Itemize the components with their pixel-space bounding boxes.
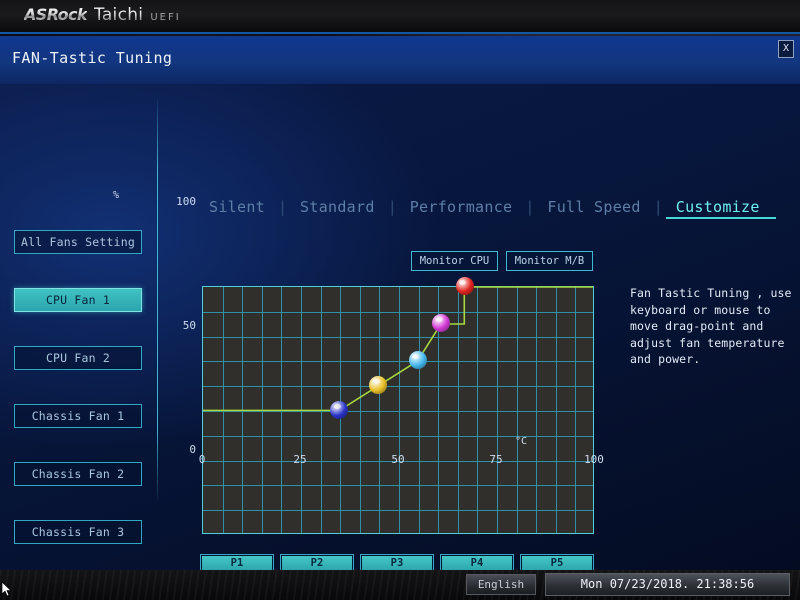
x-axis-tick-label: 50 bbox=[391, 453, 405, 466]
fan-curve-line bbox=[203, 286, 593, 412]
page-title: FAN-Tastic Tuning bbox=[12, 49, 173, 67]
sidebar-item-chassis-fan-3[interactable]: Chassis Fan 3 bbox=[14, 520, 142, 544]
tab-separator: | bbox=[278, 198, 288, 216]
datetime-display[interactable]: Mon 07/23/2018. 21:38:56 bbox=[545, 573, 790, 596]
uefi-screen: ASRock Taichi UEFI FAN-Tastic Tuning X A… bbox=[0, 0, 800, 600]
drag-point-p3[interactable] bbox=[408, 351, 427, 370]
sidebar-item-chassis-fan-1[interactable]: Chassis Fan 1 bbox=[14, 404, 142, 428]
x-axis-tick-label: 25 bbox=[293, 453, 307, 466]
tab-customize[interactable]: Customize bbox=[663, 197, 773, 217]
monitor-button-mb[interactable]: Monitor M/B bbox=[506, 251, 593, 271]
help-text: Fan Tastic Tuning , use keyboard or mous… bbox=[630, 286, 792, 366]
tab-separator: | bbox=[387, 198, 397, 216]
tab-standard[interactable]: Standard bbox=[287, 197, 388, 217]
x-axis-tick-label: 100 bbox=[584, 453, 604, 466]
y-axis-tick-label: 100 bbox=[176, 195, 196, 208]
language-button[interactable]: English bbox=[466, 574, 536, 595]
sidebar-divider bbox=[157, 98, 158, 500]
tab-silent[interactable]: Silent bbox=[196, 197, 278, 217]
fan-selector-sidebar: All Fans Setting CPU Fan 1 CPU Fan 2 Chassi… bbox=[14, 230, 142, 578]
fan-curve-chart[interactable] bbox=[202, 286, 594, 534]
tab-separator: | bbox=[653, 198, 663, 216]
chart-plot-area[interactable] bbox=[202, 286, 594, 534]
title-bar: FAN-Tastic Tuning X bbox=[0, 36, 800, 84]
brand-series: Taichi bbox=[93, 5, 144, 25]
close-icon[interactable]: X bbox=[778, 40, 794, 58]
brand-bar: ASRock Taichi UEFI bbox=[0, 0, 800, 34]
brand-logo: ASRock Taichi UEFI bbox=[24, 5, 181, 25]
sidebar-item-cpu-fan-1[interactable]: CPU Fan 1 bbox=[14, 288, 142, 312]
brand-vendor: ASRock bbox=[24, 5, 88, 24]
active-tab-underline bbox=[666, 217, 776, 219]
y-axis-tick-label: 50 bbox=[182, 319, 196, 332]
tab-full-speed[interactable]: Full Speed bbox=[534, 197, 653, 217]
tab-performance[interactable]: Performance bbox=[397, 197, 526, 217]
point-box-title: P4 bbox=[442, 556, 512, 571]
x-axis-unit-label: °C bbox=[515, 436, 528, 447]
mouse-cursor bbox=[2, 582, 12, 597]
monitor-buttons: Monitor CPU Monitor M/B bbox=[411, 251, 593, 271]
drag-point-p5[interactable] bbox=[455, 277, 474, 295]
x-axis-tick-label: 0 bbox=[198, 453, 206, 466]
brand-firmware: UEFI bbox=[150, 12, 181, 23]
main-panel: All Fans Setting CPU Fan 1 CPU Fan 2 Chassi… bbox=[0, 84, 800, 600]
x-axis-tick-label: 75 bbox=[489, 453, 503, 466]
sidebar-item-cpu-fan-2[interactable]: CPU Fan 2 bbox=[14, 346, 142, 370]
point-box-title: P5 bbox=[522, 556, 592, 571]
y-axis-unit-label: % bbox=[113, 190, 120, 201]
point-box-title: P1 bbox=[202, 556, 272, 571]
sidebar-item-all-fans-setting[interactable]: All Fans Setting bbox=[14, 230, 142, 254]
tab-separator: | bbox=[525, 198, 535, 216]
point-box-title: P3 bbox=[362, 556, 432, 571]
monitor-button-cpu[interactable]: Monitor CPU bbox=[411, 251, 498, 271]
sidebar-item-chassis-fan-2[interactable]: Chassis Fan 2 bbox=[14, 462, 142, 486]
point-box-title: P2 bbox=[282, 556, 352, 571]
